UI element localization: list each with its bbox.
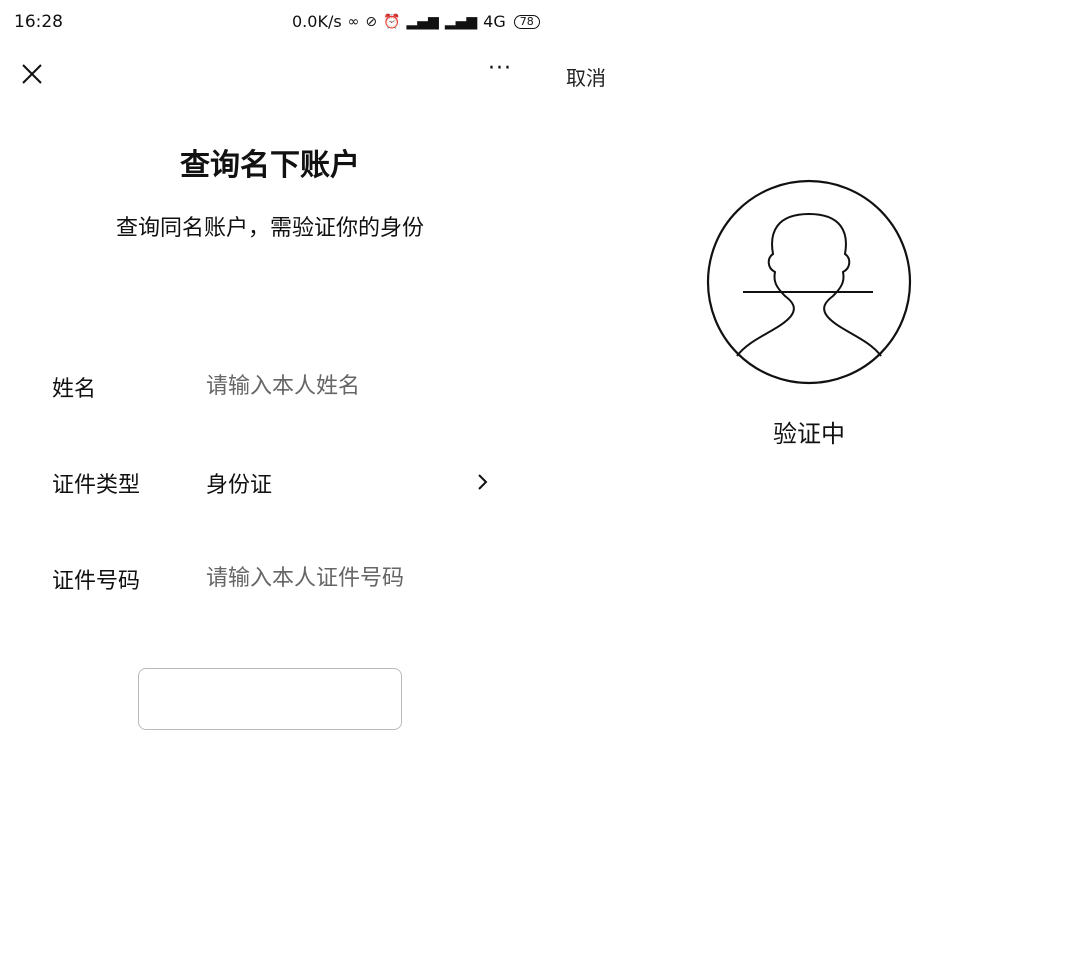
- battery-icon: 78: [513, 14, 540, 29]
- net-speed: 0.0K/s: [292, 12, 342, 31]
- alarm-icon: ⏰: [383, 13, 401, 30]
- verification-status: 验证中: [773, 420, 845, 448]
- id-type-value[interactable]: 身份证: [206, 467, 272, 499]
- id-type-selector[interactable]: [474, 472, 492, 492]
- face-outline-icon: [706, 179, 912, 385]
- status-time: 16:28: [14, 12, 63, 32]
- close-button[interactable]: [18, 60, 46, 88]
- status-indicators: 0.0K/s ∞ ⊘ ⏰ ▂▄▆ ▂▄▆ 4G 78: [292, 12, 540, 31]
- link-icon: ∞: [347, 13, 360, 30]
- name-label: 姓名: [52, 377, 97, 402]
- network-type: 4G: [483, 12, 506, 31]
- more-icon: ···: [488, 56, 512, 81]
- cancel-button[interactable]: 取消: [566, 62, 606, 91]
- face-frame: [705, 178, 913, 386]
- close-icon: [22, 64, 42, 84]
- submit-button[interactable]: [138, 668, 402, 730]
- mute-icon: ⊘: [365, 13, 378, 30]
- signal-icon: ▂▄▆: [406, 13, 439, 30]
- name-input[interactable]: [206, 371, 496, 401]
- page-title: 查询名下账户: [180, 148, 360, 183]
- id-number-input[interactable]: [206, 563, 496, 593]
- chevron-right-icon: [478, 474, 488, 490]
- signal-icon-2: ▂▄▆: [444, 13, 478, 30]
- id-type-label: 证件类型: [52, 473, 141, 498]
- more-button[interactable]: ···: [484, 58, 516, 88]
- id-number-label: 证件号码: [52, 569, 141, 594]
- page-subtitle: 查询同名账户，需验证你的身份: [115, 216, 424, 241]
